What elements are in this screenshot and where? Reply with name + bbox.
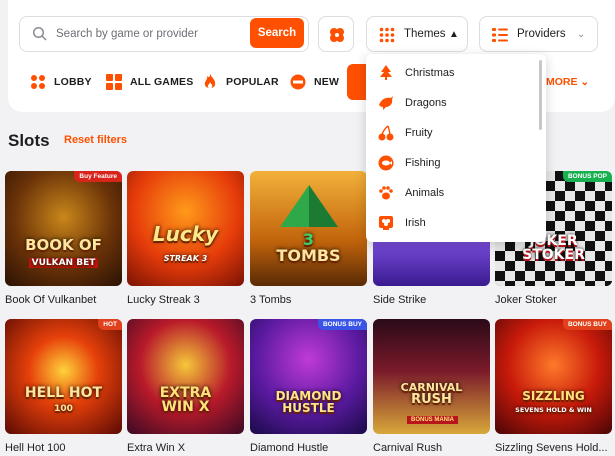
game-tile[interactable]: BONUS BUY DIAMOND HUSTLE (250, 319, 367, 434)
themes-filter-button[interactable]: Themes ▲ (366, 16, 468, 52)
game-logo: 3 TOMBS (276, 230, 341, 265)
game-badge: BONUS POP (562, 171, 612, 182)
game-logo: DIAMOND HUSTLE (275, 389, 342, 415)
game-tile[interactable]: 3 TOMBS (250, 171, 367, 286)
dragon-icon (379, 96, 393, 110)
game-logo: SIZZLING SEVENS HOLD & WIN (515, 389, 592, 414)
grid-dots-icon (31, 75, 45, 89)
chevron-up-icon: ▲ (449, 29, 459, 40)
game-art (250, 319, 367, 434)
game-title[interactable]: 3 Tombs (250, 294, 291, 306)
game-tile[interactable]: Buy Feature BOOK OF VULKAN BET (5, 171, 122, 286)
game-logo: BOOK OF VULKAN BET (25, 236, 102, 268)
new-badge-icon (290, 74, 306, 90)
theme-option-animals[interactable]: Animals (366, 177, 536, 207)
providers-label: Providers (517, 28, 566, 40)
game-tile[interactable]: Lucky STREAK 3 (127, 171, 244, 286)
game-art (5, 319, 122, 434)
shamrock-icon (379, 216, 393, 230)
game-tile[interactable]: HOT HELL HOT 100 (5, 319, 122, 434)
theme-option-christmas[interactable]: Christmas (366, 57, 536, 87)
game-art (127, 319, 244, 434)
grid-dots-icon (379, 27, 395, 43)
game-tile[interactable]: EXTRA WIN X (127, 319, 244, 434)
game-title[interactable]: Joker Stoker (495, 294, 557, 306)
list-icon (492, 28, 508, 42)
theme-option-dragons[interactable]: Dragons (366, 87, 536, 117)
game-title[interactable]: Lucky Streak 3 (127, 294, 200, 306)
game-art (495, 319, 612, 434)
grid-squares-icon (106, 74, 122, 90)
game-title[interactable]: Diamond Hustle (250, 442, 328, 454)
game-badge: Buy Feature (74, 171, 122, 182)
search-button[interactable]: Search (250, 18, 304, 48)
game-logo: CARNIVAL RUSH (400, 381, 463, 407)
christmas-tree-icon (380, 65, 392, 80)
game-sub-badge: BONUS MANIA (407, 416, 458, 424)
cherries-icon (378, 125, 394, 141)
theme-option-fruity[interactable]: Fruity (366, 117, 536, 147)
dropdown-scrollbar[interactable] (539, 60, 542, 130)
themes-label: Themes (404, 28, 446, 40)
game-logo: HELL HOT 100 (24, 385, 103, 414)
game-title[interactable]: Extra Win X (127, 442, 185, 454)
game-title[interactable]: Book Of Vulkanbet (5, 294, 96, 306)
theme-option-irish[interactable]: Irish (366, 207, 536, 237)
nav-more[interactable]: MORE ⌄ (546, 76, 589, 88)
reset-filters-link[interactable]: Reset filters (64, 134, 127, 146)
chevron-down-icon: ⌄ (580, 76, 590, 88)
paw-icon (379, 186, 393, 200)
favorites-button[interactable] (318, 16, 354, 52)
nav-active-tab[interactable] (347, 64, 367, 100)
search-input[interactable]: Search by game or provider (56, 28, 198, 40)
game-badge: BONUS BUY (317, 319, 367, 330)
game-title[interactable]: Carnival Rush (373, 442, 442, 454)
themes-dropdown: Christmas Dragons Fruity Fishing Animals… (366, 54, 546, 242)
game-badge: HOT (98, 319, 122, 330)
game-art (5, 171, 122, 286)
game-logo: Lucky STREAK 3 (152, 222, 219, 263)
flame-icon (204, 74, 216, 89)
game-title[interactable]: Sizzling Sevens Hold... (495, 442, 608, 454)
game-badge: BONUS BUY (562, 319, 612, 330)
providers-filter-button[interactable]: Providers ⌄ (479, 16, 598, 52)
game-tile[interactable]: BONUS BUY SIZZLING SEVENS HOLD & WIN (495, 319, 612, 434)
pyramid-icon (280, 185, 338, 227)
fish-icon (378, 155, 394, 171)
game-title[interactable]: Side Strike (373, 294, 426, 306)
game-logo: EXTRA WIN X (159, 385, 212, 415)
section-title: Slots (8, 131, 50, 150)
game-tile[interactable]: CARNIVAL RUSH BONUS MANIA (373, 319, 490, 434)
search-icon (32, 26, 47, 41)
clover-icon (330, 28, 344, 42)
chevron-down-icon: ⌄ (577, 29, 586, 40)
theme-option-fishing[interactable]: Fishing (366, 147, 536, 177)
game-title[interactable]: Hell Hot 100 (5, 442, 66, 454)
